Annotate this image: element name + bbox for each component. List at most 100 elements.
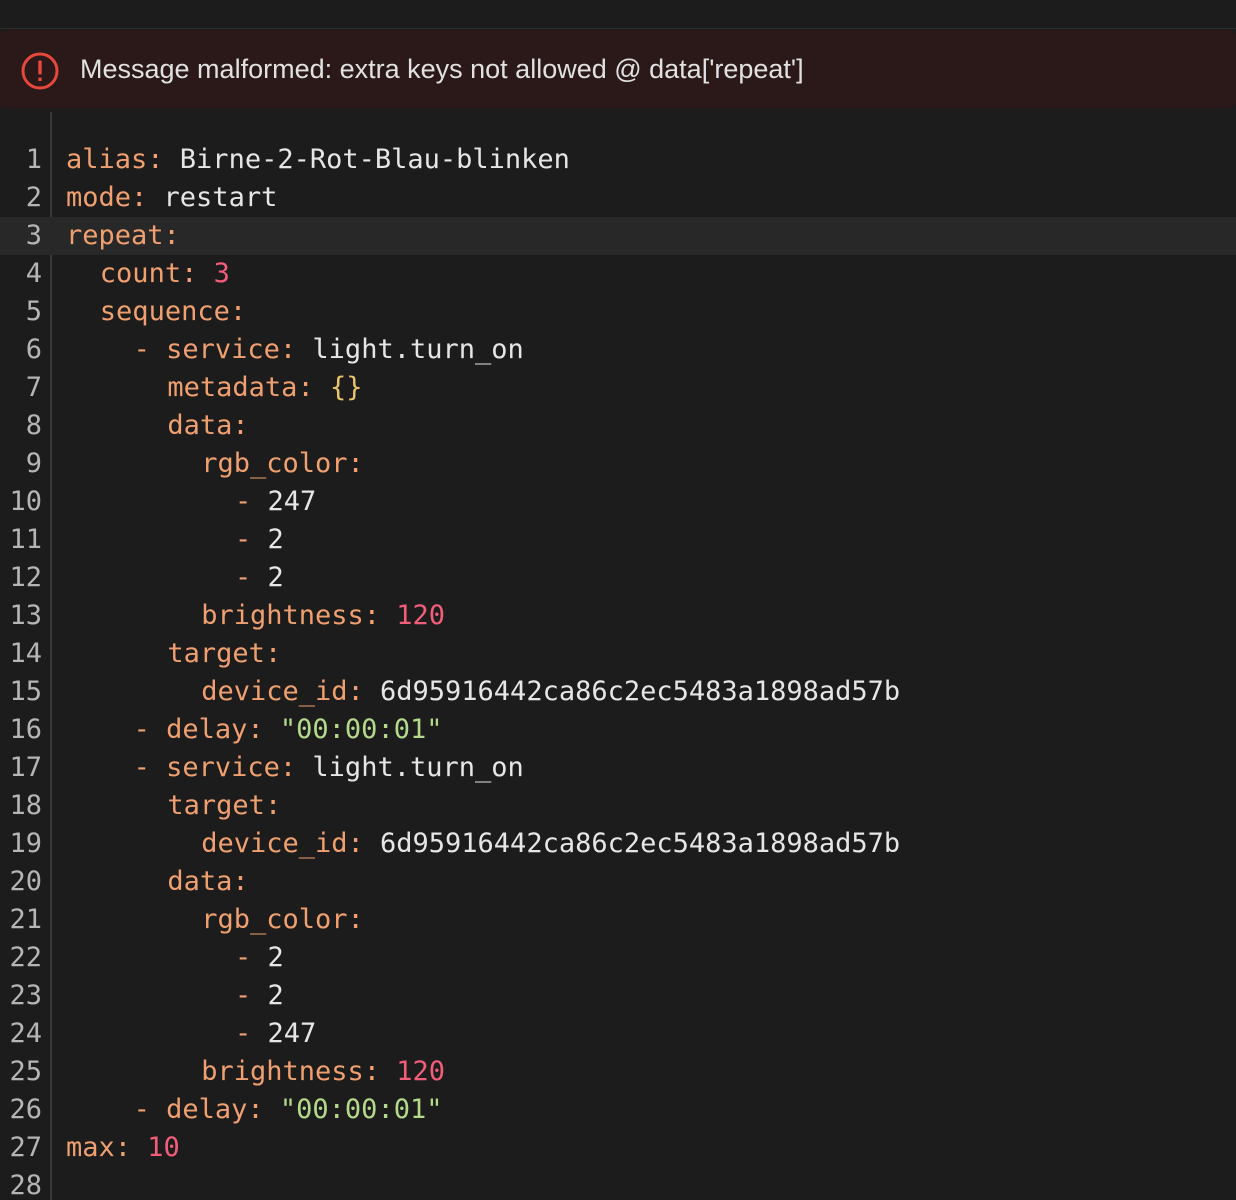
code-token-str: "00:00:01" [279,1094,443,1125]
line-number: 4 [25,258,42,289]
code-line[interactable]: 21 rgb_color: [0,901,1236,939]
code-line[interactable]: 11 - 2 [0,521,1236,559]
code-line[interactable]: 24 - 247 [0,1015,1236,1053]
code-line[interactable]: 25 brightness: 120 [0,1053,1236,1091]
line-number: 9 [25,448,42,479]
code-line[interactable]: 23 - 2 [0,977,1236,1015]
code-content: - 2 [235,977,284,1015]
code-line[interactable]: 15 device_id: 6d95916442ca86c2ec5483a1898… [0,673,1236,711]
code-line[interactable]: 20 data: [0,863,1236,901]
code-content: brightness: 120 [201,597,445,635]
code-token-text: 2 [267,942,284,973]
code-token-key: brightness [201,1056,364,1087]
code-token-key: count [99,258,182,289]
code-line[interactable]: 1 alias: Birne-2-Rot-Blau-blinken [0,141,1236,179]
code-token-dash: - [133,334,167,365]
line-number: 24 [9,1018,42,1049]
code-content: rgb_color: [201,445,364,483]
line-number: 7 [25,372,42,403]
code-content: brightness: 120 [201,1053,445,1091]
code-token-text: restart [163,182,278,213]
code-line[interactable]: 2 mode: restart [0,179,1236,217]
code-token-str: "00:00:01" [279,714,443,745]
code-line[interactable]: 8 data: [0,407,1236,445]
code-token-num: 120 [396,1056,446,1087]
code-line[interactable]: 19 device_id: 6d95916442ca86c2ec5483a1898… [0,825,1236,863]
line-number: 6 [25,334,42,365]
error-message: Message malformed: extra keys not allowe… [80,54,804,84]
code-content: - 247 [235,1015,316,1053]
code-token-text: Birne-2-Rot-Blau-blinken [179,144,570,175]
code-token-punct: : [232,410,249,441]
code-content: device_id: 6d95916442ca86c2ec5483a1898ad… [201,673,900,711]
code-line[interactable]: 13 brightness: 120 [0,597,1236,635]
code-token-text: 2 [267,524,284,555]
code-token-brace: {} [329,372,363,403]
line-number: 16 [9,714,42,745]
top-toolbar [0,0,1236,29]
code-content: - 2 [235,559,284,597]
code-line[interactable]: 22 - 2 [0,939,1236,977]
code-token-punct: : [247,1094,280,1125]
code-token-key: sequence [99,296,230,327]
code-token-punct: : [247,714,280,745]
code-token-punct: : [347,676,381,707]
code-content: - 247 [235,483,316,521]
code-token-num: 120 [396,600,446,631]
code-content: - service: light.turn_on [134,331,524,369]
code-line[interactable]: 26 - delay: "00:00:01" [0,1091,1236,1129]
line-number: 14 [9,638,42,669]
code-line[interactable]: 3 repeat: [0,217,1236,255]
code-content: - service: light.turn_on [134,749,524,787]
code-line[interactable]: 5 sequence: [0,293,1236,331]
line-number: 2 [25,182,42,213]
code-token-dash: - [235,524,268,555]
code-content: alias: Birne-2-Rot-Blau-blinken [66,141,570,179]
code-content: count: 3 [100,255,230,293]
yaml-code-editor[interactable]: 1 alias: Birne-2-Rot-Blau-blinken 2 mode: r… [0,112,1236,1200]
code-token-dash: - [133,752,167,783]
code-token-dash: - [235,980,268,1011]
code-content: metadata: {} [167,369,362,407]
code-line[interactable]: 9 rgb_color: [0,445,1236,483]
code-line[interactable]: 7 metadata: {} [0,369,1236,407]
code-token-dash: - [235,1018,268,1049]
line-number: 23 [9,980,42,1011]
line-number: 27 [9,1132,42,1163]
code-token-punct: : [232,866,249,897]
code-line[interactable]: 28 [0,1167,1236,1200]
code-content: data: [167,407,248,445]
code-token-key: repeat [66,220,164,251]
code-token-punct: : [363,1056,397,1087]
code-line[interactable]: 14 target: [0,635,1236,673]
code-line[interactable]: 27 max: 10 [0,1129,1236,1167]
code-token-key: max [66,1132,115,1163]
code-line[interactable]: 12 - 2 [0,559,1236,597]
code-line[interactable]: 18 target: [0,787,1236,825]
line-number: 17 [9,752,42,783]
code-content: rgb_color: [201,901,364,939]
code-line[interactable]: 17 - service: light.turn_on [0,749,1236,787]
code-line[interactable]: 16 - delay: "00:00:01" [0,711,1236,749]
code-line[interactable]: 10 - 247 [0,483,1236,521]
code-token-punct: : [279,334,313,365]
code-token-dash: - [133,714,167,745]
line-number: 1 [25,144,42,175]
code-token-dash: - [235,562,268,593]
code-token-text: 2 [267,562,284,593]
code-token-key: service [166,334,280,365]
line-number: 13 [9,600,42,631]
code-token-key: delay [166,1094,248,1125]
code-token-text: light.turn_on [312,334,524,365]
code-token-punct: : [264,638,282,669]
code-content: - 2 [235,521,284,559]
code-content: device_id: 6d95916442ca86c2ec5483a1898ad… [201,825,900,863]
code-token-key: alias [66,144,148,175]
code-token-punct: : [363,600,397,631]
code-line[interactable]: 4 count: 3 [0,255,1236,293]
code-token-punct: : [181,258,214,289]
line-number: 26 [9,1094,42,1125]
line-number: 12 [9,562,42,593]
code-line[interactable]: 6 - service: light.turn_on [0,331,1236,369]
line-number: 28 [9,1170,42,1200]
